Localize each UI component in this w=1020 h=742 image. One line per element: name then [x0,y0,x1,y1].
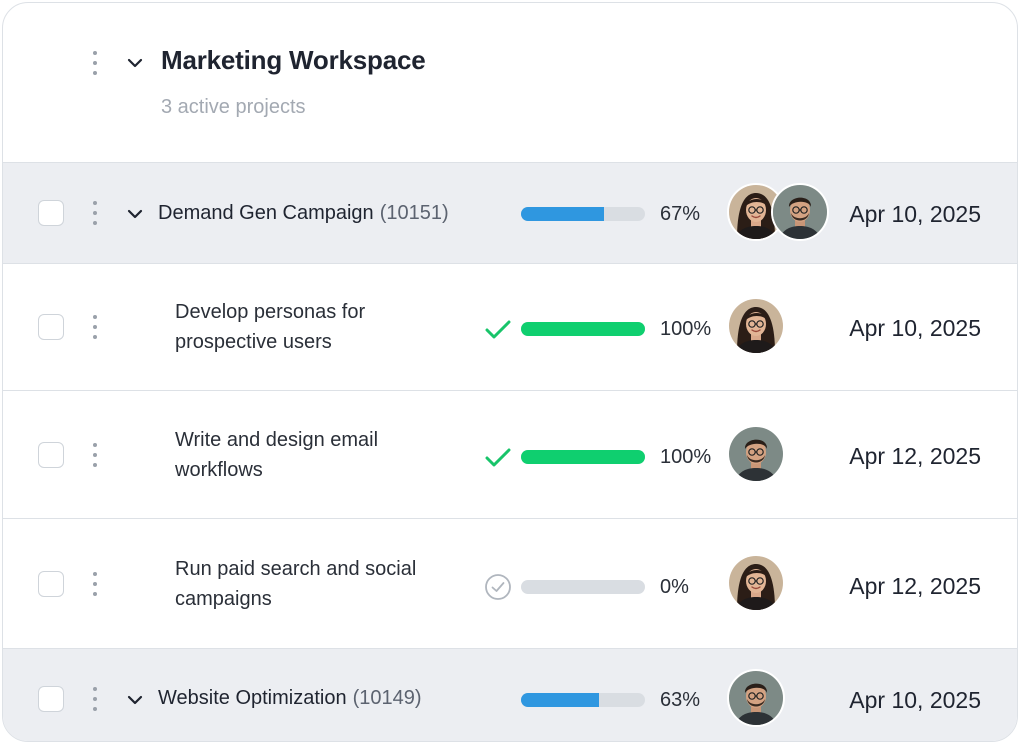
progress-fill [521,322,645,336]
workspace-header: Marketing Workspace 3 active projects [3,3,1017,163]
progress-fill [521,207,605,221]
row-checkbox[interactable] [38,442,64,468]
progress-bar [521,693,645,707]
progress-label: 100% [660,318,712,340]
workspace-more-icon[interactable] [91,51,99,77]
task-row[interactable]: Write and design email workflows 100% Ap… [3,390,1017,518]
man-avatar[interactable] [727,425,785,483]
project-name[interactable]: Demand Gen Campaign (10151) [158,202,449,225]
progress-fill [521,693,600,707]
row-more-icon[interactable] [91,687,99,713]
due-date[interactable]: Apr 10, 2025 [849,687,981,714]
workspace-subtitle: 3 active projects [161,96,306,118]
progress-bar [521,450,645,464]
due-date[interactable]: Apr 10, 2025 [849,201,981,228]
row-more-icon[interactable] [91,572,99,598]
project-id: (10151) [379,202,449,224]
row-more-icon[interactable] [91,201,99,227]
progress-bar [521,207,645,221]
woman-avatar[interactable] [727,297,785,355]
due-date[interactable]: Apr 12, 2025 [849,573,981,600]
row-more-icon[interactable] [91,443,99,469]
man-avatar[interactable] [727,669,785,727]
chevron-down-icon[interactable] [125,204,145,224]
row-checkbox[interactable] [38,686,64,712]
task-name[interactable]: Develop personas for prospective users [175,297,465,357]
due-date[interactable]: Apr 12, 2025 [849,443,981,470]
progress-label: 100% [660,446,712,468]
project-card: Marketing Workspace 3 active projects De… [2,2,1018,742]
project-name[interactable]: Website Optimization (10149) [158,687,422,710]
progress-bar [521,580,645,594]
workspace-title: Marketing Workspace [161,45,426,75]
row-checkbox[interactable] [38,200,64,226]
check-icon [485,320,511,339]
task-name[interactable]: Run paid search and social campaigns [175,554,465,614]
progress-label: 63% [660,689,701,711]
progress-bar [521,322,645,336]
task-name[interactable]: Write and design email workflows [175,425,465,485]
progress-label: 0% [660,576,689,598]
row-checkbox[interactable] [38,571,64,597]
project-row-website-optimization[interactable]: Website Optimization (10149) 63% Apr 10, … [3,648,1017,741]
due-date[interactable]: Apr 10, 2025 [849,315,981,342]
chevron-down-icon[interactable] [125,53,145,73]
circle-check-icon[interactable] [484,573,512,601]
chevron-down-icon[interactable] [125,690,145,710]
progress-fill [521,450,645,464]
row-checkbox[interactable] [38,314,64,340]
woman-avatar[interactable] [727,554,785,612]
project-row-demand-gen[interactable]: Demand Gen Campaign (10151) 67% Apr 10, 2… [3,162,1017,263]
project-id: (10149) [352,687,422,709]
check-icon [485,448,511,467]
man-avatar[interactable] [771,183,829,241]
row-more-icon[interactable] [91,315,99,341]
progress-label: 67% [660,203,701,225]
task-row[interactable]: Run paid search and social campaigns 0% … [3,518,1017,648]
task-row[interactable]: Develop personas for prospective users 1… [3,263,1017,390]
